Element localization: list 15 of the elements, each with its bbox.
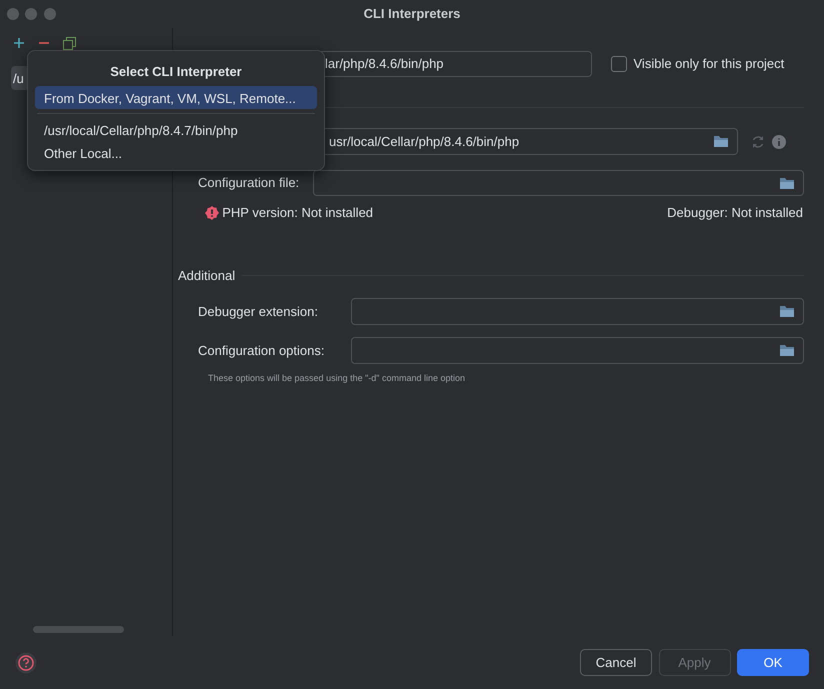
dialog-button[interactable]: Cancel — [580, 649, 652, 676]
ok-button[interactable]: OK — [737, 649, 809, 676]
checkbox-label: Visible only for this project — [634, 55, 784, 74]
status-text: PHP version: Not installed — [222, 204, 374, 222]
menu-item[interactable]: From Docker, Vagrant, VM, WSL, Remote... — [35, 86, 317, 108]
hint-text: These options will be passed using the "-d" command line option — [207, 372, 466, 385]
popup-title: Select CLI Interpreter — [109, 63, 243, 81]
window-title: CLI Interpreters — [364, 5, 460, 24]
section-title: Additional — [178, 266, 236, 284]
menu-item[interactable]: /usr/local/Cellar/php/8.4.7/bin/php — [35, 118, 317, 140]
field-label: Configuration options: — [198, 342, 326, 360]
status-text: Debugger: Not installed — [667, 204, 803, 222]
menu-item[interactable]: Other Local... — [35, 140, 317, 164]
field-label: Debugger extension: — [198, 302, 319, 321]
field-label: Configuration file: — [198, 174, 300, 192]
